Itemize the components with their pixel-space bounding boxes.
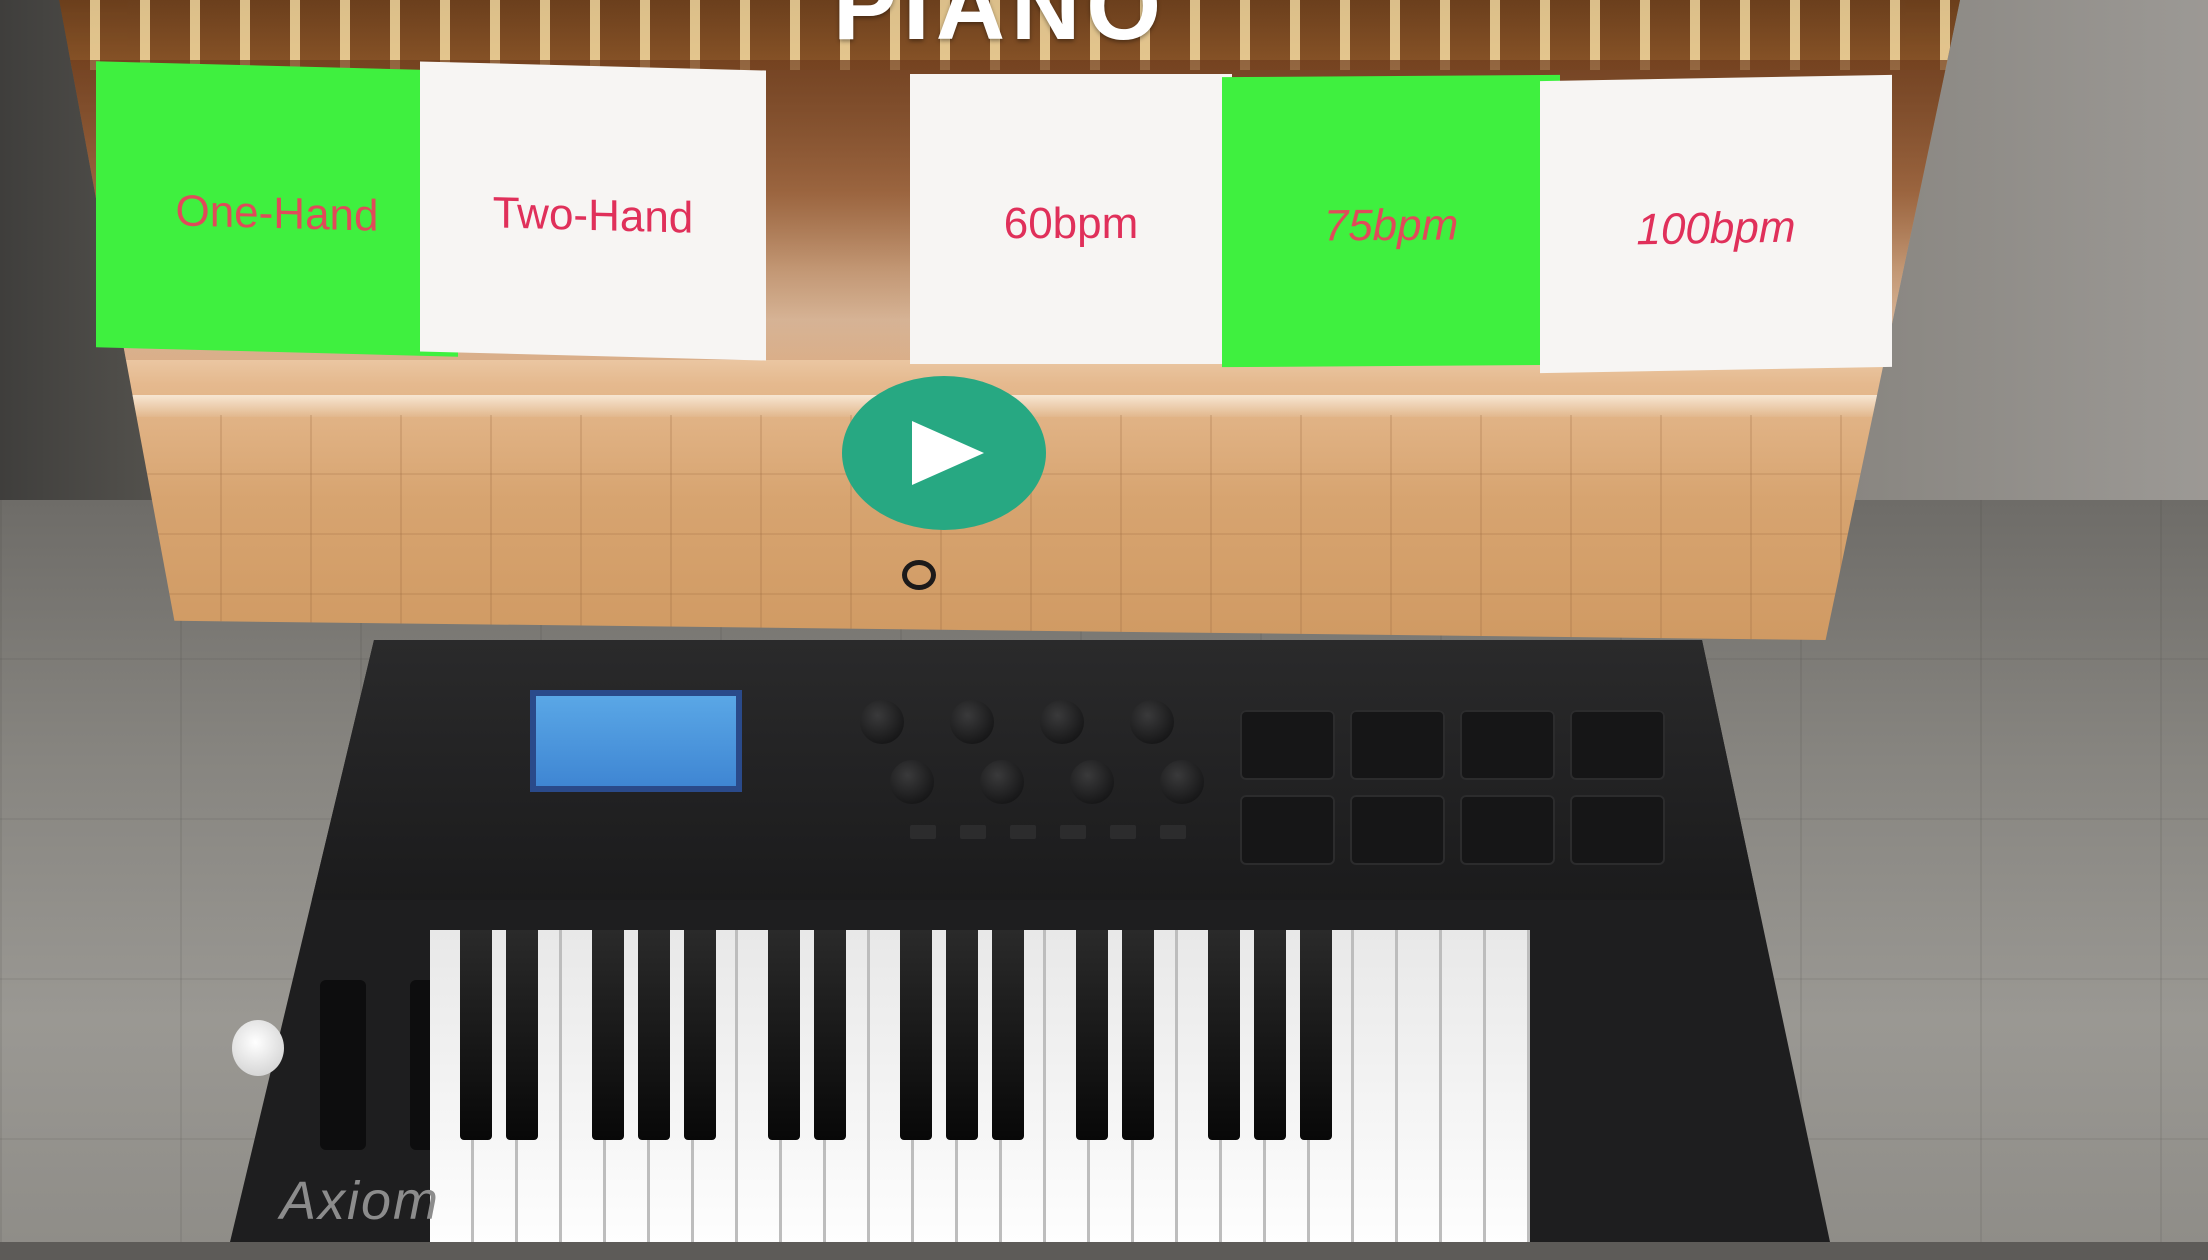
- drum-pad: [1570, 710, 1665, 780]
- drum-pad: [1460, 795, 1555, 865]
- black-key: [1300, 930, 1332, 1140]
- two-hand-label: Two-Hand: [492, 188, 694, 243]
- knob: [950, 700, 994, 744]
- 75bpm-label: 75bpm: [1323, 200, 1459, 251]
- gaze-cursor: [902, 560, 936, 590]
- black-key: [814, 930, 846, 1140]
- transport-button: [1010, 825, 1036, 839]
- knob: [980, 760, 1024, 804]
- transport-button: [910, 825, 936, 839]
- midi-keyboard: Axiom: [230, 640, 1830, 1242]
- knob: [860, 700, 904, 744]
- transport-button: [1060, 825, 1086, 839]
- black-key: [1122, 930, 1154, 1140]
- hand-tracking-marker: [232, 1020, 284, 1076]
- 100bpm-button[interactable]: 100bpm: [1540, 74, 1892, 374]
- brand-logo: Axiom: [280, 1171, 441, 1231]
- knob: [890, 760, 934, 804]
- knob: [1160, 760, 1204, 804]
- 75bpm-button[interactable]: 75bpm: [1222, 74, 1560, 368]
- drum-pad: [1570, 795, 1665, 865]
- black-key: [768, 930, 800, 1140]
- drum-pad: [1350, 795, 1445, 865]
- one-hand-label: One-Hand: [175, 186, 379, 241]
- black-key: [638, 930, 670, 1140]
- drum-pad: [1460, 710, 1555, 780]
- 60bpm-button[interactable]: 60bpm: [910, 74, 1232, 364]
- black-key: [460, 930, 492, 1140]
- knob: [1040, 700, 1084, 744]
- transport-button: [960, 825, 986, 839]
- black-key: [506, 930, 538, 1140]
- knob: [1130, 700, 1174, 744]
- black-key: [592, 930, 624, 1140]
- drum-pad: [1240, 795, 1335, 865]
- app-title: PIANO: [832, 0, 1168, 60]
- white-key: [1442, 930, 1486, 1242]
- black-key: [684, 930, 716, 1140]
- lcd-screen: [530, 690, 742, 792]
- knob: [1070, 760, 1114, 804]
- 100bpm-label: 100bpm: [1636, 202, 1796, 255]
- transport-button: [1160, 825, 1186, 839]
- black-key: [992, 930, 1024, 1140]
- play-button[interactable]: [842, 376, 1046, 530]
- one-hand-button[interactable]: One-Hand: [96, 61, 458, 357]
- white-key: [1486, 930, 1530, 1242]
- transport-button: [1110, 825, 1136, 839]
- black-key: [1208, 930, 1240, 1140]
- play-icon: [912, 421, 984, 485]
- white-key: [1354, 930, 1398, 1242]
- drum-pad: [1240, 710, 1335, 780]
- black-key: [1076, 930, 1108, 1140]
- drum-pad: [1350, 710, 1445, 780]
- two-hand-button[interactable]: Two-Hand: [420, 61, 766, 361]
- black-key: [946, 930, 978, 1140]
- black-key: [900, 930, 932, 1140]
- piano-keys: [430, 930, 1830, 1242]
- black-key: [1254, 930, 1286, 1140]
- white-key: [1398, 930, 1442, 1242]
- pitch-wheel: [320, 980, 366, 1150]
- 60bpm-label: 60bpm: [1003, 199, 1139, 248]
